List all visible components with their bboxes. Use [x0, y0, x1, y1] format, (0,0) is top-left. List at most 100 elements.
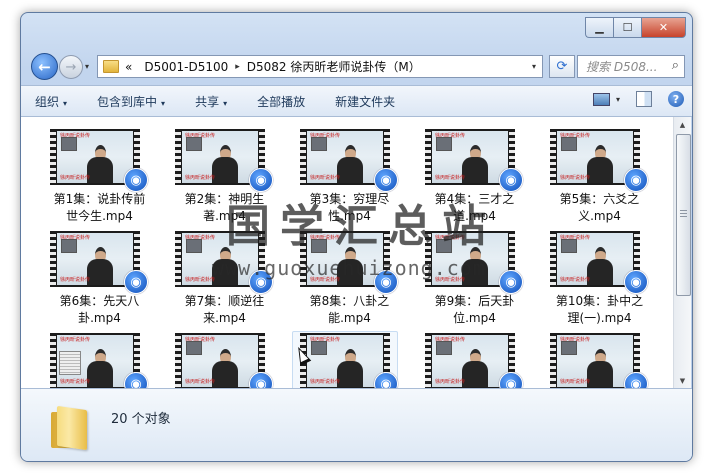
thumb-caption-bottom: 徐丙昕说卦传	[185, 277, 216, 283]
address-overflow[interactable]: «	[125, 60, 132, 74]
thumb-caption-bottom: 徐丙昕说卦传	[60, 379, 91, 385]
film-strip	[300, 129, 306, 185]
search-box[interactable]: 搜索 D508... ⌕	[577, 55, 685, 78]
film-strip	[550, 231, 556, 287]
breadcrumb-parent[interactable]: D5001-D5100	[144, 60, 228, 74]
thumbnail-frame: 徐丙昕说卦传 徐丙昕说卦传 ◉	[417, 127, 523, 192]
file-item[interactable]: 徐丙昕说卦传 徐丙昕说卦传 ◉ 第10集：卦中之 理(一).mp4	[537, 228, 662, 330]
back-button[interactable]: ←	[31, 53, 58, 80]
thumb-caption-bottom: 徐丙昕说卦传	[560, 277, 591, 283]
file-item[interactable]: 徐丙昕说卦传 徐丙昕说卦传 ◉	[37, 330, 162, 388]
film-strip	[550, 129, 556, 185]
minimize-button[interactable]: ▁	[585, 17, 613, 38]
film-strip	[425, 129, 431, 185]
film-strip	[175, 231, 181, 287]
address-dropdown-icon[interactable]: ▾	[532, 62, 536, 71]
video-frame: 徐丙昕说卦传 徐丙昕说卦传	[432, 131, 508, 183]
play-all-button[interactable]: 全部播放	[257, 93, 305, 110]
thumbnail-frame: 徐丙昕说卦传 徐丙昕说卦传 ◉	[542, 229, 648, 294]
lecturer-body	[212, 157, 238, 183]
film-strip	[50, 231, 56, 287]
film-strip	[425, 333, 431, 388]
wall-picture	[186, 341, 202, 355]
refresh-button[interactable]: ⟳	[549, 55, 575, 78]
arrow-right-icon: →	[65, 59, 77, 75]
media-player-icon: ◉	[374, 168, 398, 192]
file-name-line2: 义.mp4	[578, 209, 621, 223]
file-name: 第8集：八卦之 能.mp4	[287, 293, 412, 327]
file-item[interactable]: 徐丙昕说卦传 徐丙昕说卦传 ◉	[537, 330, 662, 388]
view-dropdown-icon[interactable]: ▾	[616, 95, 620, 104]
thumb-caption: 徐丙昕说卦传	[60, 337, 91, 343]
search-input[interactable]: 搜索 D508...	[586, 58, 657, 75]
video-frame: 徐丙昕说卦传 徐丙昕说卦传	[557, 131, 633, 183]
file-name-line2: 位.mp4	[453, 311, 496, 325]
video-frame: 徐丙昕说卦传 徐丙昕说卦传	[307, 335, 383, 387]
file-name: 第7集：顺逆往 来.mp4	[162, 293, 287, 327]
wall-picture	[61, 239, 77, 253]
lecturer-body	[587, 157, 613, 183]
file-name-line1: 第6集：先天八	[59, 294, 140, 308]
video-frame: 徐丙昕说卦传 徐丙昕说卦传	[182, 131, 258, 183]
file-name-line1: 第5集：六爻之	[559, 192, 640, 206]
scroll-thumb[interactable]	[676, 134, 691, 296]
media-player-icon: ◉	[249, 372, 273, 388]
folder-front	[57, 405, 87, 451]
wall-picture	[186, 137, 202, 151]
wall-picture	[561, 239, 577, 253]
lecturer	[462, 349, 488, 387]
file-item[interactable]: 徐丙昕说卦传 徐丙昕说卦传 ◉	[162, 330, 287, 388]
close-button[interactable]: ✕	[641, 17, 686, 38]
file-item[interactable]: 徐丙昕说卦传 徐丙昕说卦传 ◉ 第1集：说卦传前 世今生.mp4	[37, 126, 162, 228]
media-player-icon: ◉	[624, 168, 648, 192]
file-name-line2: 理(一).mp4	[567, 311, 632, 325]
wall-picture	[561, 137, 577, 151]
recent-pages-dropdown[interactable]: ▾	[85, 62, 89, 71]
vertical-scrollbar[interactable]: ▲ ▼	[673, 117, 691, 388]
lecturer	[87, 145, 113, 183]
film-strip	[175, 333, 181, 388]
scroll-up-icon[interactable]: ▲	[674, 117, 691, 132]
video-frame: 徐丙昕说卦传 徐丙昕说卦传	[432, 335, 508, 387]
preview-pane-icon[interactable]	[636, 91, 652, 107]
lecturer-body	[87, 259, 113, 285]
lecturer-body	[462, 157, 488, 183]
file-item[interactable]: 徐丙昕说卦传 徐丙昕说卦传 ◉ 第6集：先天八 卦.mp4	[37, 228, 162, 330]
thumbnail-frame: 徐丙昕说卦传 徐丙昕说卦传 ◉	[417, 331, 523, 388]
maximize-button[interactable]: ☐	[613, 17, 641, 38]
address-bar[interactable]: « D5001-D5100 ▸ D5082 徐丙昕老师说卦传（M） ▾	[97, 55, 543, 78]
file-name: 第6集：先天八 卦.mp4	[37, 293, 162, 327]
file-item[interactable]: 徐丙昕说卦传 徐丙昕说卦传 ◉	[412, 330, 537, 388]
wall-picture	[436, 137, 452, 151]
organize-menu[interactable]: 组织 ▾	[35, 93, 67, 110]
share-menu[interactable]: 共享 ▾	[195, 93, 227, 110]
wall-picture	[311, 341, 327, 355]
new-folder-button[interactable]: 新建文件夹	[335, 93, 395, 110]
wall-picture	[436, 341, 452, 355]
file-name: 第9集：后天卦 位.mp4	[412, 293, 537, 327]
file-item[interactable]: 徐丙昕说卦传 徐丙昕说卦传 ◉ 第5集：六爻之 义.mp4	[537, 126, 662, 228]
thumb-caption-bottom: 徐丙昕说卦传	[560, 175, 591, 181]
thumb-caption-bottom: 徐丙昕说卦传	[310, 379, 341, 385]
thumb-caption-bottom: 徐丙昕说卦传	[435, 379, 466, 385]
forward-button[interactable]: →	[59, 55, 83, 79]
lecturer-body	[587, 259, 613, 285]
breadcrumb-current[interactable]: D5082 徐丙昕老师说卦传（M）	[247, 58, 421, 75]
include-in-library-menu[interactable]: 包含到库中 ▾	[97, 93, 165, 110]
file-name-line1: 第8集：八卦之	[309, 294, 390, 308]
help-icon[interactable]: ?	[668, 91, 684, 107]
breadcrumb-separator[interactable]: ▸	[235, 62, 240, 72]
whiteboard	[59, 351, 81, 375]
thumb-caption-bottom: 徐丙昕说卦传	[310, 175, 341, 181]
media-player-icon: ◉	[499, 270, 523, 294]
scroll-down-icon[interactable]: ▼	[674, 373, 691, 388]
view-options-icon[interactable]	[592, 92, 610, 106]
thumb-caption-bottom: 徐丙昕说卦传	[185, 379, 216, 385]
play-all-label: 全部播放	[257, 94, 306, 109]
chevron-down-icon: ▾	[63, 98, 68, 108]
wall-picture	[61, 137, 77, 151]
thumb-caption-bottom: 徐丙昕说卦传	[560, 379, 591, 385]
media-player-icon: ◉	[499, 168, 523, 192]
film-strip	[50, 333, 56, 388]
toolbar-right: ▾ ?	[592, 91, 684, 107]
